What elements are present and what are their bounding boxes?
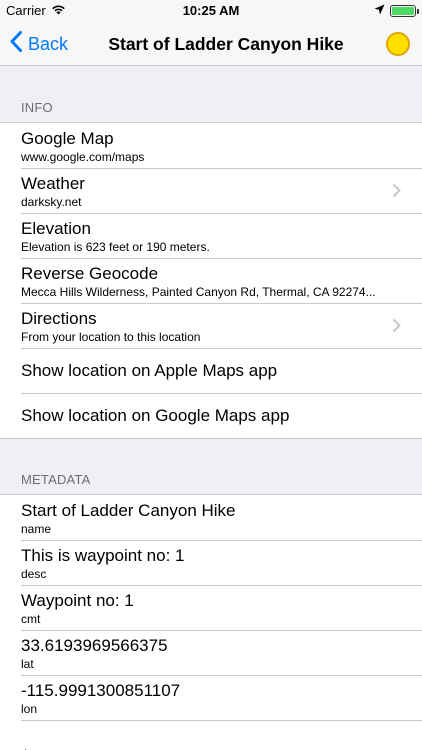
row-meta-cmt[interactable]: Waypoint no: 1 cmt bbox=[0, 585, 422, 630]
status-bar: Carrier 10:25 AM bbox=[0, 0, 422, 22]
metadata-group: Start of Ladder Canyon Hike name This is… bbox=[0, 494, 422, 750]
back-label: Back bbox=[28, 33, 69, 54]
row-title: Show location on Google Maps app bbox=[21, 406, 290, 425]
row-meta-time[interactable]: time bbox=[0, 720, 422, 750]
row-meta-name[interactable]: Start of Ladder Canyon Hike name bbox=[0, 495, 422, 540]
row-title: Show location on Apple Maps app bbox=[21, 361, 278, 380]
location-arrow-icon bbox=[374, 3, 385, 18]
row-meta-lon[interactable]: -115.9991300851107 lon bbox=[0, 675, 422, 720]
row-title: 33.6193969566375 bbox=[21, 636, 168, 655]
row-subtitle: Mecca Hills Wilderness, Painted Canyon R… bbox=[21, 285, 376, 299]
row-subtitle: Elevation is 623 feet or 190 meters. bbox=[21, 240, 210, 254]
chevron-right-icon bbox=[392, 183, 401, 203]
row-subtitle: darksky.net bbox=[21, 195, 82, 209]
content: INFO Google Map www.google.com/maps Weat… bbox=[0, 67, 422, 750]
battery-icon bbox=[390, 4, 419, 17]
row-directions[interactable]: Directions From your location to this lo… bbox=[0, 303, 422, 348]
status-right bbox=[374, 3, 419, 18]
row-title: Waypoint no: 1 bbox=[21, 591, 134, 610]
row-meta-lat[interactable]: 33.6193969566375 lat bbox=[0, 630, 422, 675]
row-subtitle: name bbox=[21, 522, 52, 536]
row-subtitle: lon bbox=[21, 702, 38, 716]
row-title: Start of Ladder Canyon Hike bbox=[21, 501, 236, 520]
row-show-apple-maps[interactable]: Show location on Apple Maps app bbox=[0, 348, 422, 393]
row-subtitle: cmt bbox=[21, 612, 41, 626]
row-title: Google Map bbox=[21, 129, 114, 148]
row-show-google-maps[interactable]: Show location on Google Maps app bbox=[0, 393, 422, 438]
status-time: 10:25 AM bbox=[182, 3, 240, 18]
row-elevation[interactable]: Elevation Elevation is 623 feet or 190 m… bbox=[0, 213, 422, 258]
row-subtitle: From your location to this location bbox=[21, 330, 201, 344]
chevron-right-icon bbox=[392, 318, 401, 338]
section-header-metadata: METADATA bbox=[21, 472, 91, 487]
navigation-bar: Back Start of Ladder Canyon Hike bbox=[0, 22, 422, 66]
row-title: -115.9991300851107 bbox=[21, 681, 181, 700]
battery-fill bbox=[392, 6, 414, 15]
row-title: Elevation bbox=[21, 219, 91, 238]
row-reverse-geocode[interactable]: Reverse Geocode Mecca Hills Wilderness, … bbox=[0, 258, 422, 303]
row-subtitle: lat bbox=[21, 657, 34, 671]
info-group: Google Map www.google.com/maps Weather d… bbox=[0, 122, 422, 439]
row-title: This is waypoint no: 1 bbox=[21, 546, 185, 565]
page-title: Start of Ladder Canyon Hike bbox=[108, 34, 344, 54]
row-subtitle: desc bbox=[21, 567, 47, 581]
row-title: Weather bbox=[21, 174, 85, 193]
row-title: Directions bbox=[21, 309, 97, 328]
row-weather[interactable]: Weather darksky.net bbox=[0, 168, 422, 213]
row-meta-desc[interactable]: This is waypoint no: 1 desc bbox=[0, 540, 422, 585]
screen: Carrier 10:25 AM Back Start of Ladder Ca… bbox=[0, 0, 422, 750]
sun-icon[interactable] bbox=[386, 32, 410, 56]
section-header-info: INFO bbox=[21, 100, 53, 115]
chevron-left-icon bbox=[10, 31, 28, 57]
row-subtitle: www.google.com/maps bbox=[21, 150, 145, 164]
back-button[interactable]: Back bbox=[10, 22, 68, 66]
row-title: Reverse Geocode bbox=[21, 264, 159, 283]
row-google-map[interactable]: Google Map www.google.com/maps bbox=[0, 123, 422, 168]
